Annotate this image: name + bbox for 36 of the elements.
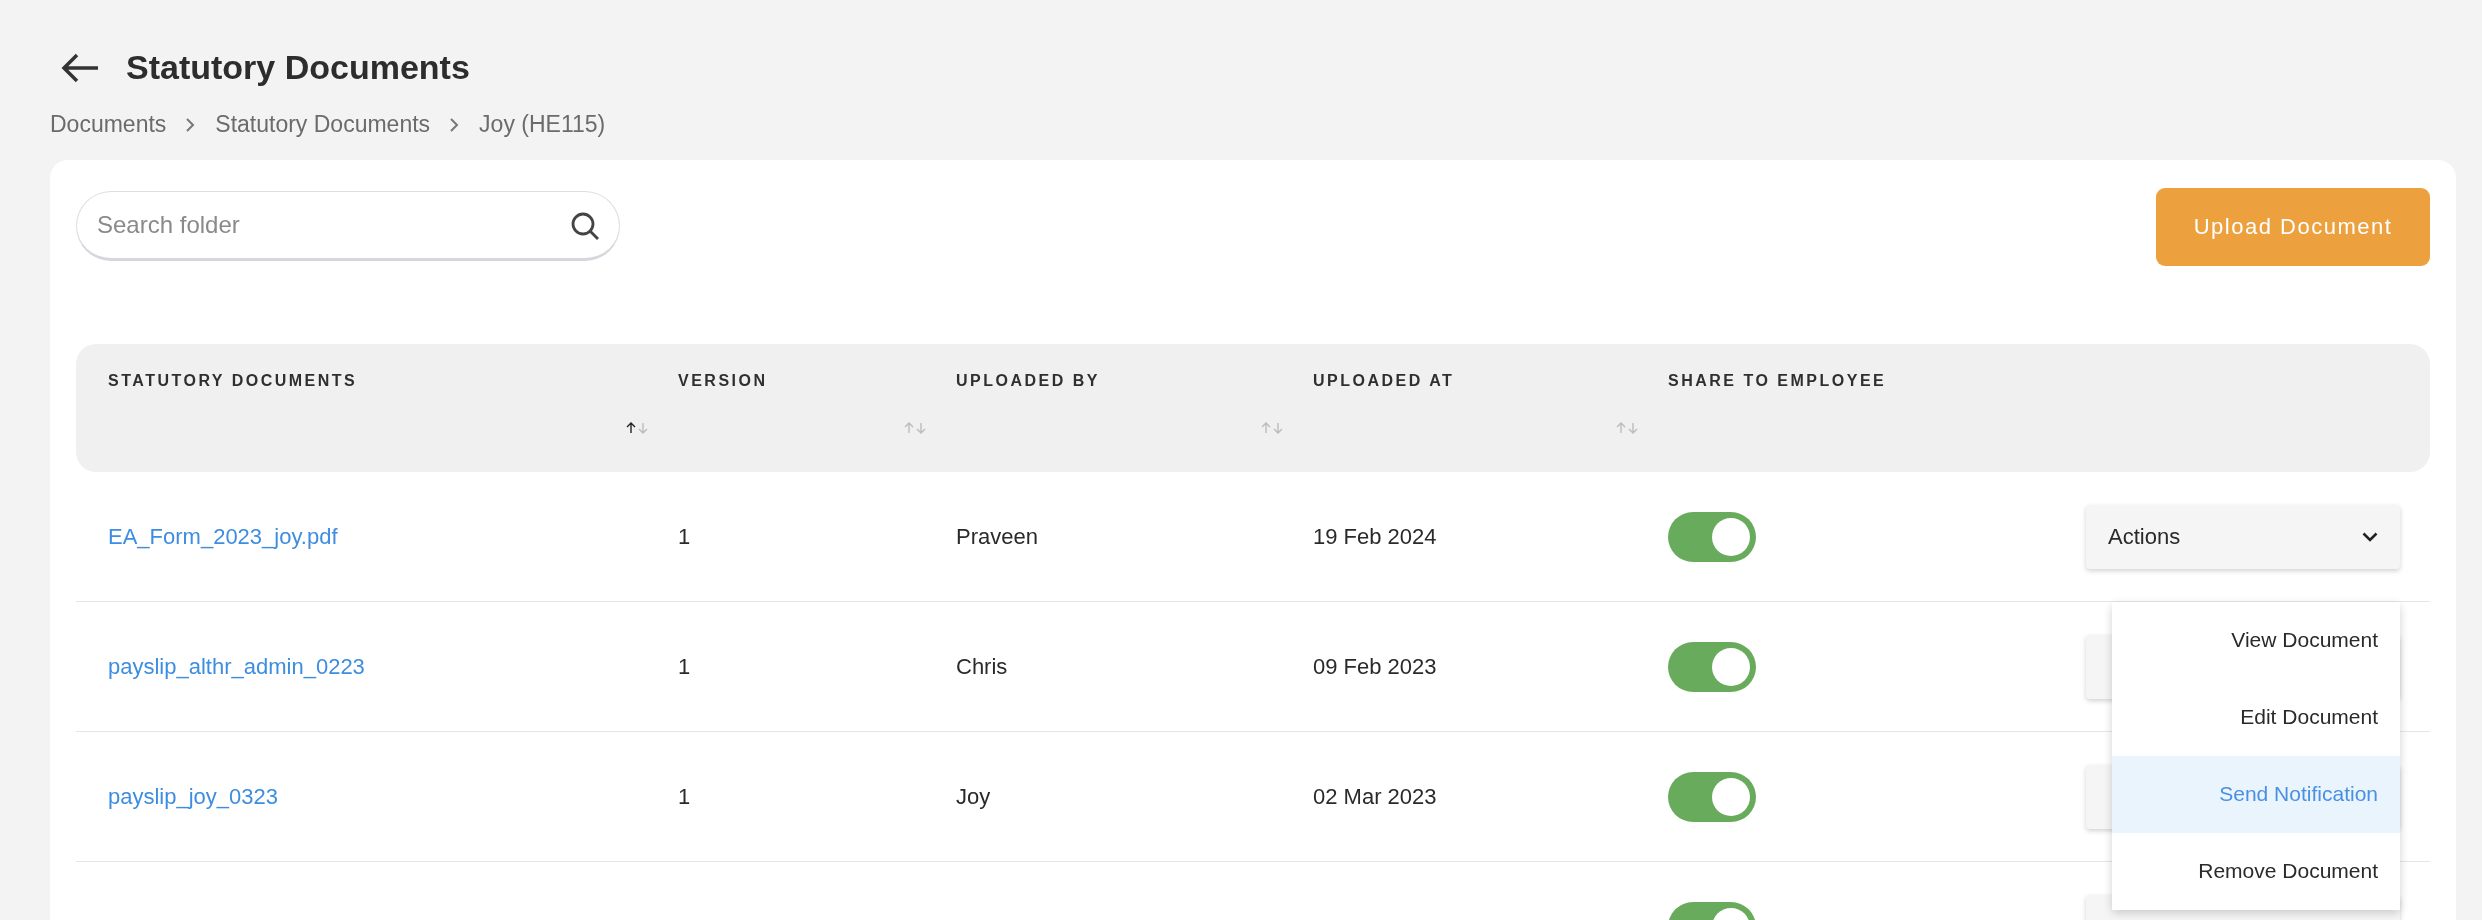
- column-header: VERSION: [678, 372, 768, 389]
- chevron-right-icon: [186, 117, 196, 132]
- table-cell: Praveen: [956, 523, 1038, 549]
- table-cell: 19 Feb 2024: [1313, 523, 1437, 549]
- search-icon: [570, 211, 600, 241]
- chevron-right-icon: [450, 117, 460, 132]
- column-header: SHARE TO EMPLOYEE: [1668, 372, 1887, 389]
- menu-item[interactable]: View Document: [2112, 601, 2400, 679]
- column-header: STATUTORY DOCUMENTS: [108, 372, 358, 389]
- back-arrow-icon[interactable]: [60, 51, 100, 84]
- table-cell: 1: [678, 523, 691, 549]
- actions-button[interactable]: Actions: [2086, 504, 2400, 569]
- breadcrumb-link[interactable]: Documents: [50, 111, 167, 138]
- document-link[interactable]: EA_Form_2023_joy.pdf: [108, 523, 338, 549]
- breadcrumb-link[interactable]: Statutory Documents: [215, 111, 431, 138]
- column-header: UPLOADED AT: [1313, 372, 1455, 389]
- table-cell: 09 Feb 2023: [1313, 653, 1437, 679]
- table-cell: 1: [678, 653, 691, 679]
- document-link[interactable]: payslip_joy_0323: [108, 783, 279, 809]
- document-link[interactable]: payslip_althr_admin_0223: [108, 653, 365, 679]
- table-cell: 1: [678, 783, 691, 809]
- chevron-down-icon: [2362, 531, 2378, 542]
- column-header: UPLOADED BY: [956, 372, 1100, 389]
- menu-item[interactable]: Edit Document: [2112, 678, 2400, 756]
- page-title: Statutory Documents: [126, 48, 470, 87]
- menu-item[interactable]: Send Notification: [2112, 755, 2400, 833]
- share-toggle[interactable]: [1668, 641, 1756, 692]
- table-cell: 02 Mar 2023: [1313, 783, 1437, 809]
- sort-icon[interactable]: [626, 422, 648, 434]
- share-toggle[interactable]: [1668, 771, 1756, 822]
- table-cell: Joy: [956, 783, 991, 809]
- search-field[interactable]: Search folder: [76, 191, 620, 261]
- menu-item[interactable]: Remove Document: [2112, 832, 2400, 910]
- breadcrumb-link[interactable]: Joy (HE115): [479, 111, 606, 138]
- share-toggle[interactable]: [1668, 511, 1756, 562]
- table-cell: Chris: [956, 653, 1008, 679]
